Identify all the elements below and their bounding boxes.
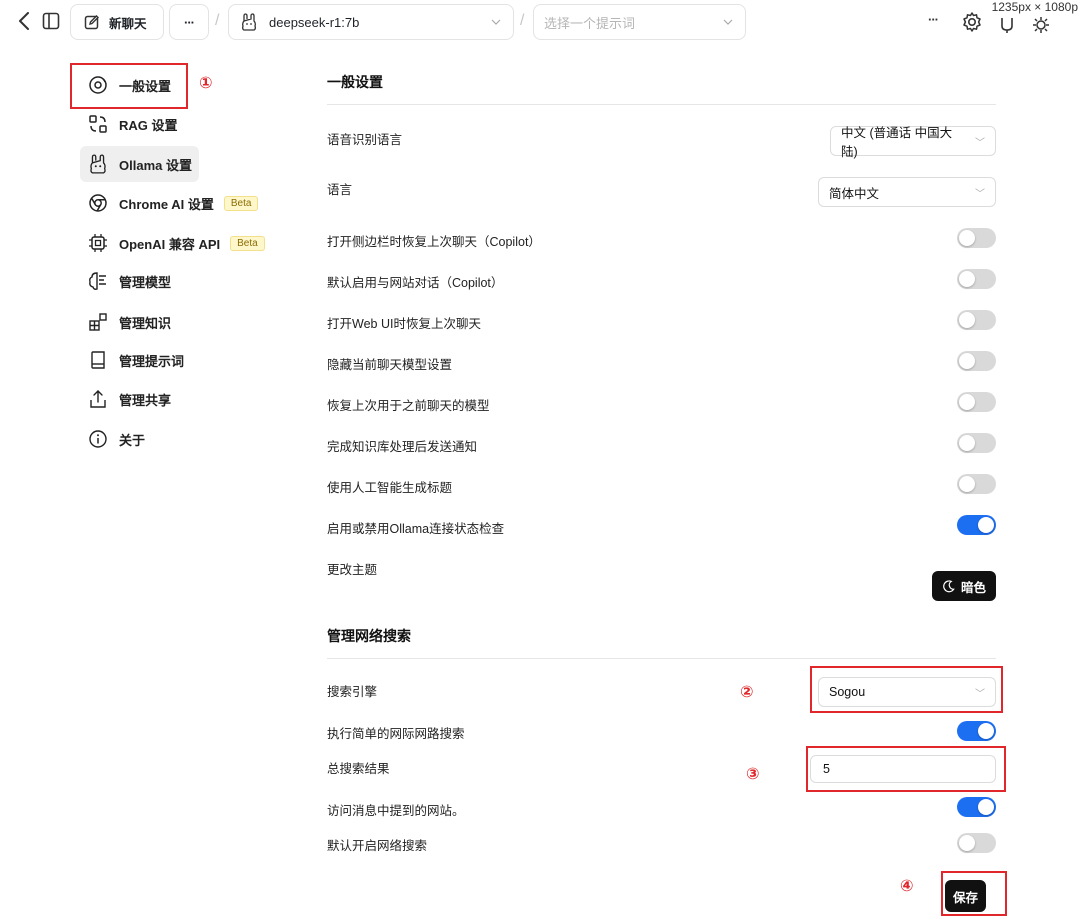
blocks-icon: [87, 311, 109, 333]
sidebar-item-manage-models[interactable]: 管理模型: [80, 263, 190, 299]
speech-lang-value: 中文 (普通话 中国大陆): [841, 126, 953, 159]
restore-last-model-toggle[interactable]: [957, 392, 996, 412]
annotation-box-search-engine: [810, 666, 1003, 713]
book-icon: [87, 349, 109, 371]
new-chat-button[interactable]: 新聊天: [70, 4, 164, 40]
beta-badge: Beta: [230, 235, 265, 251]
moon-icon: [942, 579, 955, 593]
settings-gear-icon[interactable]: [960, 10, 984, 34]
hide-model-settings-toggle[interactable]: [957, 351, 996, 371]
toggle-label: 启用或禁用Ollama连接状态检查: [327, 522, 505, 536]
share-icon: [87, 388, 109, 410]
annotation-box-general: [70, 63, 188, 109]
sidebar-item-label: 管理知识: [119, 315, 172, 331]
section-divider: [327, 658, 996, 659]
sidebar-item-label: 管理模型: [119, 274, 172, 290]
annotation-box-total-results: [806, 746, 1006, 792]
beta-badge: Beta: [223, 195, 259, 211]
toggle-label: 默认启用与网站对话（Copilot）: [327, 276, 504, 290]
more-options-button[interactable]: ···: [169, 4, 209, 40]
ollama-status-check-toggle[interactable]: [957, 515, 996, 535]
toggle-label: 完成知识库处理后发送通知: [327, 440, 478, 454]
breadcrumb-separator: /: [215, 12, 220, 29]
prompt-select[interactable]: 选择一个提示词: [533, 4, 746, 40]
top-bar: 新聊天 ··· / deepseek-r1:7b / 选择一个提示词 ··· 1…: [0, 0, 1080, 46]
branch-icon[interactable]: [996, 14, 1018, 36]
annotation-marker-2: ②: [740, 684, 754, 701]
chrome-icon: [87, 192, 109, 214]
chevron-down-icon: [723, 19, 733, 25]
new-chat-label: 新聊天: [109, 16, 147, 31]
more-dots-icon: ···: [184, 14, 195, 30]
new-chat-pencil-icon: [84, 14, 100, 30]
toggle-label: 恢复上次用于之前聊天的模型: [327, 399, 490, 413]
default-search-label: 默认开启网络搜索: [327, 839, 428, 853]
sidebar-item-openai-api[interactable]: OpenAI 兼容 API Beta: [80, 225, 280, 261]
sidebar-item-manage-sharing[interactable]: 管理共享: [80, 381, 190, 417]
annotation-marker-3: ③: [746, 766, 760, 783]
prompt-placeholder: 选择一个提示词: [544, 15, 636, 31]
toggle-label: 打开侧边栏时恢复上次聊天（Copilot）: [327, 235, 541, 249]
language-value: 简体中文: [829, 186, 880, 201]
simple-search-label: 执行简单的网际网路搜索: [327, 727, 465, 741]
dimension-overlay: 1235px × 1080p: [989, 0, 1080, 14]
sidebar-item-chrome-ai[interactable]: Chrome AI 设置 Beta: [80, 185, 270, 221]
search-engine-label: 搜索引擎: [327, 685, 378, 699]
model-select[interactable]: deepseek-r1:7b: [228, 4, 514, 40]
speech-lang-select[interactable]: 中文 (普通话 中国大陆) ﹀: [830, 126, 996, 159]
default-search-toggle[interactable]: [957, 833, 996, 853]
info-icon: [87, 428, 109, 450]
restore-chat-sidebar-toggle[interactable]: [957, 228, 996, 248]
ollama-icon: [87, 153, 109, 175]
back-chevron-icon[interactable]: [14, 10, 34, 32]
language-label: 语言: [327, 183, 353, 197]
ollama-icon: [241, 13, 257, 31]
annotation-marker-4: ④: [900, 878, 914, 895]
toggle-label: 打开Web UI时恢复上次聊天: [327, 317, 481, 331]
sidebar-item-ollama[interactable]: Ollama 设置: [80, 146, 199, 182]
total-results-label: 总搜索结果: [327, 762, 390, 776]
sidebar-item-manage-prompts[interactable]: 管理提示词: [80, 342, 200, 378]
web-search-section-title: 管理网络搜索: [327, 628, 411, 644]
theme-toggle-button[interactable]: 暗色: [931, 571, 996, 601]
knowledge-notification-toggle[interactable]: [957, 433, 996, 453]
chat-with-website-toggle[interactable]: [957, 269, 996, 289]
visit-sites-label: 访问消息中提到的网站。: [327, 804, 465, 818]
model-name: deepseek-r1:7b: [269, 14, 360, 30]
sparkle-icon[interactable]: [1030, 14, 1052, 36]
theme-label: 更改主题: [327, 563, 378, 577]
chevron-down-icon: [491, 19, 501, 25]
chip-icon: [87, 232, 109, 254]
sidebar-item-label: 管理共享: [119, 392, 172, 408]
section-divider: [327, 104, 996, 105]
chevron-down-icon: ﹀: [975, 188, 985, 200]
simple-search-toggle[interactable]: [957, 721, 996, 741]
sidebar-item-manage-knowledge[interactable]: 管理知识: [80, 304, 190, 340]
speech-lang-label: 语音识别语言: [327, 133, 403, 147]
annotation-box-save: [941, 871, 1007, 916]
ai-title-toggle[interactable]: [957, 474, 996, 494]
sidebar-item-about[interactable]: 关于: [80, 421, 160, 457]
sidebar-item-label: OpenAI 兼容 API: [119, 236, 221, 252]
sidebar-toggle-icon[interactable]: [40, 10, 62, 32]
sidebar-item-rag[interactable]: RAG 设置: [80, 106, 230, 142]
more-dots-icon[interactable]: ···: [928, 12, 939, 27]
brain-icon: [87, 270, 109, 292]
sidebar-item-label: RAG 设置: [119, 117, 178, 133]
sidebar-item-label: Ollama 设置: [119, 157, 192, 173]
breadcrumb-separator: /: [520, 12, 525, 29]
rag-icon: [87, 113, 109, 135]
language-select[interactable]: 简体中文 ﹀: [818, 177, 996, 207]
theme-button-label: 暗色: [960, 580, 986, 595]
toggle-label: 使用人工智能生成标题: [327, 481, 453, 495]
restore-chat-webui-toggle[interactable]: [957, 310, 996, 330]
sidebar-item-label: 关于: [119, 432, 146, 448]
sidebar-item-label: 管理提示词: [119, 353, 185, 369]
general-section-title: 一般设置: [327, 74, 383, 90]
chevron-down-icon: ﹀: [975, 137, 985, 149]
visit-sites-toggle[interactable]: [957, 797, 996, 817]
toggle-label: 隐藏当前聊天模型设置: [327, 358, 453, 372]
annotation-marker-1: ①: [199, 75, 213, 92]
sidebar-item-label: Chrome AI 设置: [119, 196, 214, 212]
